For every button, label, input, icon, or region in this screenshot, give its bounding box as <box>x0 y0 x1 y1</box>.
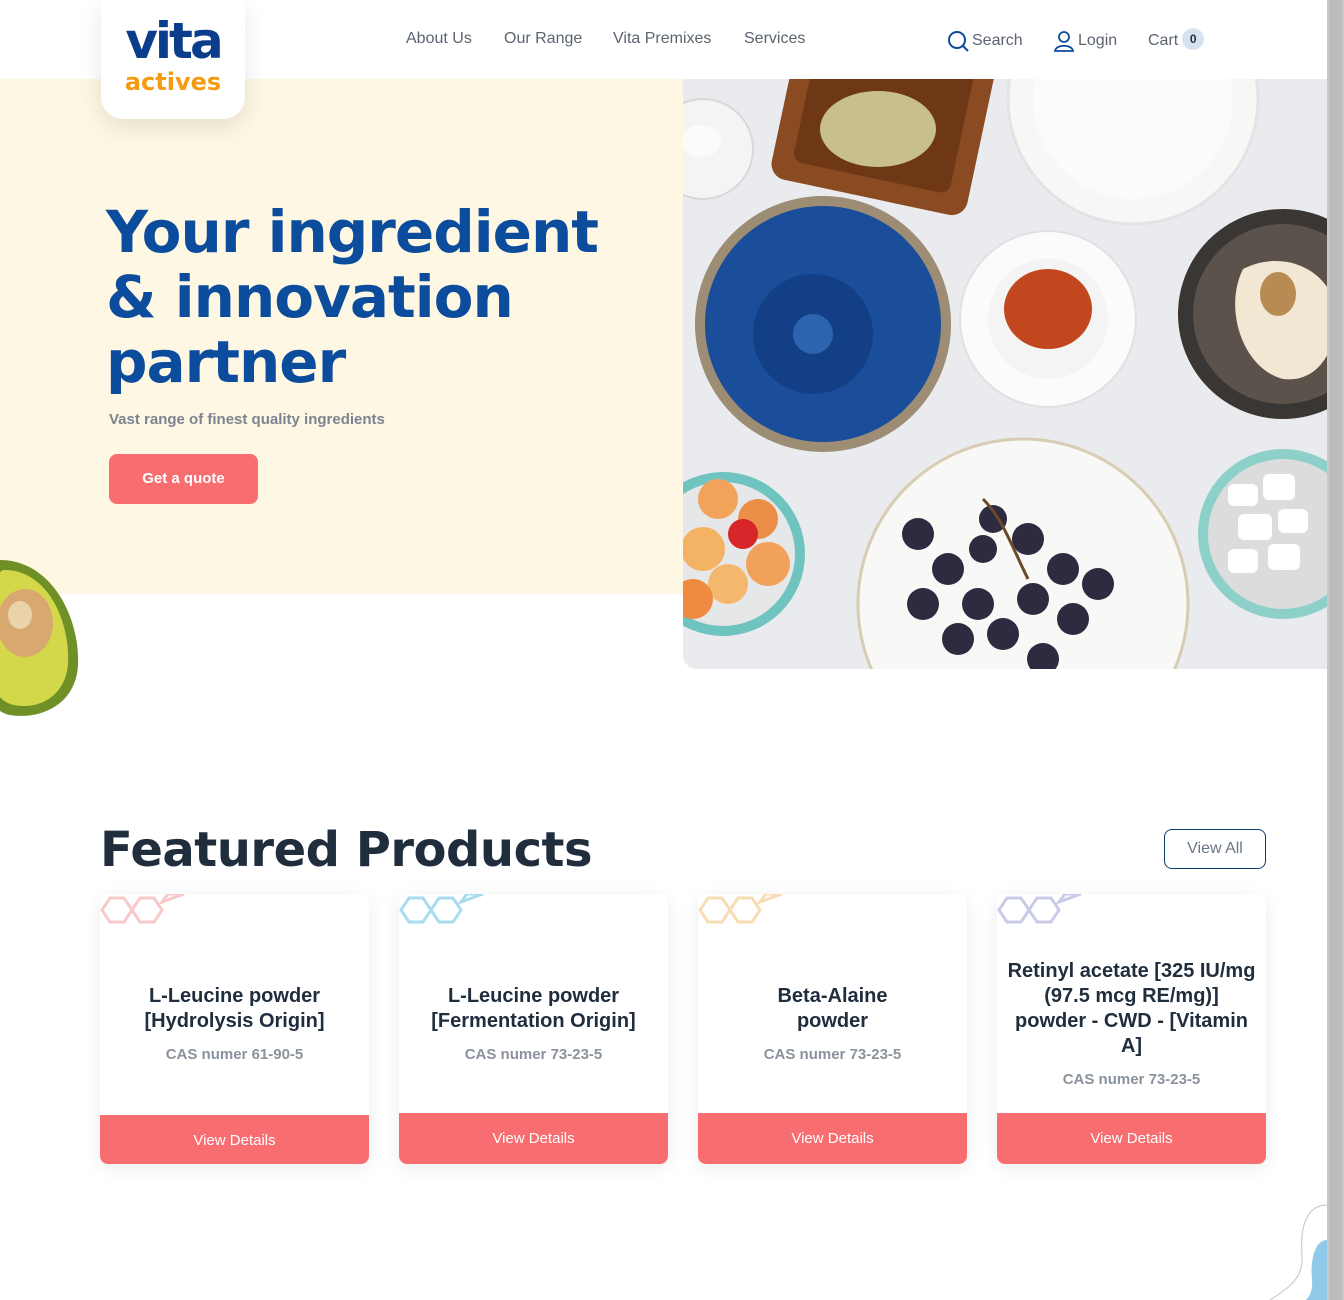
product-name: L-Leucine powder [Fermentation Origin] <box>431 985 636 1032</box>
hero-title: Your ingredient & innovation partner <box>106 198 599 396</box>
product-cas-number: CAS numer 73-23-5 <box>1062 1071 1201 1088</box>
scrollbar-thumb[interactable] <box>1329 0 1342 1300</box>
product-name: Beta-Alaine powder <box>777 985 888 1032</box>
cart-label: Cart <box>1148 32 1179 49</box>
hexagon-pattern-icon <box>997 894 1082 924</box>
product-cas-number: CAS numer 61-90-5 <box>165 1046 304 1063</box>
product-card[interactable]: L-Leucine powder [Fermentation Origin] C… <box>399 894 668 1164</box>
user-icon <box>1053 31 1075 52</box>
view-details-button[interactable]: View Details <box>100 1115 369 1164</box>
view-details-button[interactable]: View Details <box>399 1113 668 1164</box>
product-cas-number: CAS numer 73-23-5 <box>763 1046 902 1063</box>
product-card[interactable]: Beta-Alaine powder CAS numer 73-23-5 Vie… <box>698 894 967 1164</box>
hero-subtitle: Vast range of finest quality ingredients <box>109 411 385 428</box>
hero-image <box>683 79 1344 669</box>
cart-link[interactable]: Cart 0 <box>1148 28 1205 52</box>
featured-products-title: Featured Products <box>100 822 593 878</box>
decorative-leaf-shape <box>1270 1204 1327 1300</box>
nav-vita-premixes[interactable]: Vita Premixes <box>613 30 711 48</box>
view-details-button[interactable]: View Details <box>997 1113 1266 1164</box>
nav-services[interactable]: Services <box>744 30 805 48</box>
login-link[interactable]: Login <box>1053 30 1117 52</box>
search-link[interactable]: Search <box>947 30 1023 52</box>
search-icon <box>948 31 969 52</box>
product-card[interactable]: Retinyl acetate [325 IU/mg (97.5 mcg RE/… <box>997 894 1266 1164</box>
hexagon-pattern-icon <box>100 894 185 924</box>
nav-about-us[interactable]: About Us <box>406 30 472 48</box>
product-name: Retinyl acetate [325 IU/mg (97.5 mcg RE/… <box>1007 960 1256 1057</box>
site-logo[interactable]: vita actives <box>101 0 245 119</box>
cart-count-badge: 0 <box>1182 28 1205 50</box>
logo-wordmark-vita: vita <box>125 12 223 70</box>
product-card[interactable]: L-Leucine powder [Hydrolysis Origin] CAS… <box>100 894 369 1164</box>
search-label: Search <box>972 32 1023 49</box>
get-a-quote-button[interactable]: Get a quote <box>109 454 258 504</box>
hexagon-pattern-icon <box>698 894 783 924</box>
view-details-button[interactable]: View Details <box>698 1113 967 1164</box>
product-name: L-Leucine powder [Hydrolysis Origin] <box>144 985 325 1032</box>
avocado-decoration <box>0 560 79 716</box>
view-all-button[interactable]: View All <box>1164 829 1266 869</box>
hexagon-pattern-icon <box>399 894 484 924</box>
product-cas-number: CAS numer 73-23-5 <box>464 1046 603 1063</box>
login-label: Login <box>1078 32 1118 49</box>
ingredient-bowls-illustration <box>683 79 1344 669</box>
nav-our-range[interactable]: Our Range <box>504 30 582 48</box>
logo-wordmark-actives: actives <box>124 68 222 96</box>
scrollbar[interactable] <box>1327 0 1344 1300</box>
